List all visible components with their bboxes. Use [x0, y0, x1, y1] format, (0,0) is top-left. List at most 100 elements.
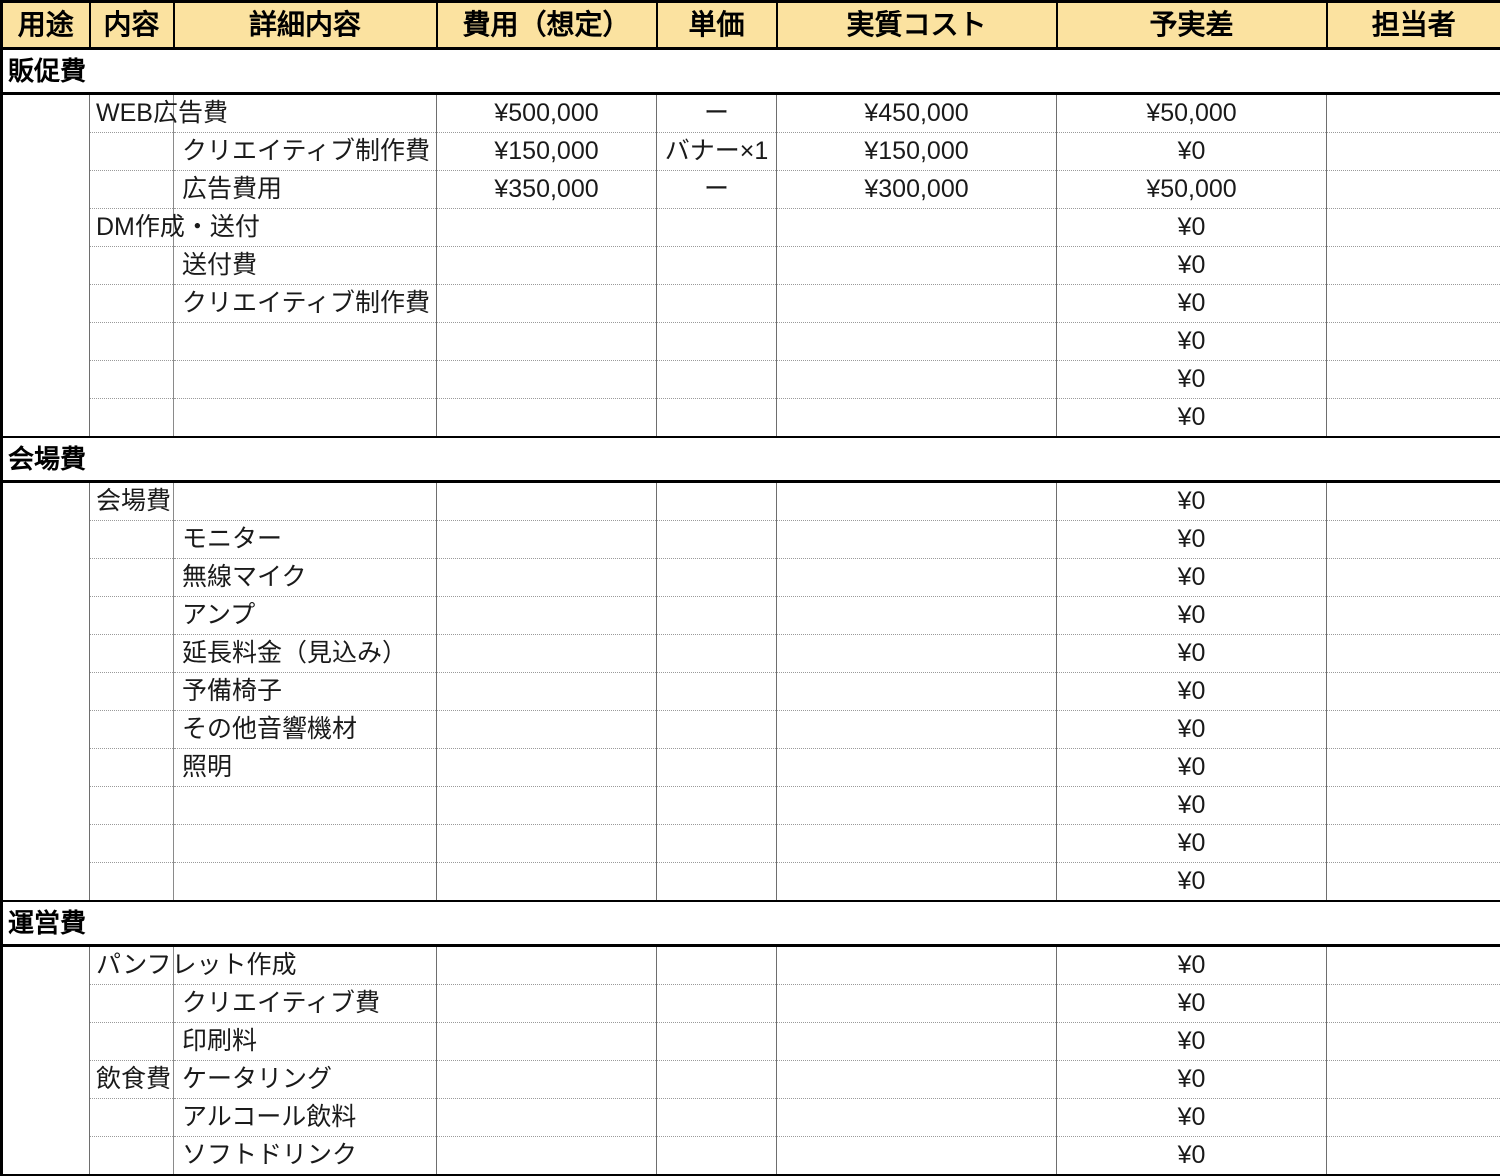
table-row[interactable]: アンプ¥0	[2, 597, 1500, 635]
cell-actual[interactable]: ¥450,000	[777, 94, 1057, 133]
cell-budget[interactable]	[437, 985, 657, 1023]
cell-category[interactable]	[90, 399, 174, 438]
cell-use[interactable]	[2, 133, 90, 171]
cell-category[interactable]	[90, 985, 174, 1023]
cell-actual[interactable]	[777, 825, 1057, 863]
table-row[interactable]: WEB広告費¥500,000ー¥450,000¥50,000	[2, 94, 1500, 133]
cell-use[interactable]	[2, 1061, 90, 1099]
cell-diff[interactable]: ¥0	[1057, 323, 1327, 361]
cell-diff[interactable]: ¥0	[1057, 482, 1327, 521]
cell-owner[interactable]	[1327, 863, 1500, 902]
table-row[interactable]: 無線マイク¥0	[2, 559, 1500, 597]
cell-detail[interactable]: ソフトドリンク	[174, 1137, 437, 1176]
cell-category[interactable]	[90, 521, 174, 559]
cell-category[interactable]	[90, 133, 174, 171]
cell-owner[interactable]	[1327, 673, 1500, 711]
cell-category[interactable]	[90, 1023, 174, 1061]
cell-owner[interactable]	[1327, 985, 1500, 1023]
cell-unit[interactable]	[657, 521, 777, 559]
cell-actual[interactable]	[777, 635, 1057, 673]
cell-category[interactable]	[90, 247, 174, 285]
cell-unit[interactable]	[657, 1137, 777, 1176]
cell-owner[interactable]	[1327, 482, 1500, 521]
cell-actual[interactable]	[777, 1061, 1057, 1099]
cell-diff[interactable]: ¥0	[1057, 1099, 1327, 1137]
cell-detail[interactable]: ケータリング	[174, 1061, 437, 1099]
cell-actual[interactable]	[777, 323, 1057, 361]
table-row[interactable]: ¥0	[2, 863, 1500, 902]
cell-detail[interactable]: 広告費用	[174, 171, 437, 209]
cell-use[interactable]	[2, 825, 90, 863]
table-row[interactable]: パンフレット作成 ¥0	[2, 946, 1500, 985]
cell-unit[interactable]	[657, 1023, 777, 1061]
cell-budget[interactable]	[437, 825, 657, 863]
cell-actual[interactable]	[777, 787, 1057, 825]
cell-diff[interactable]: ¥0	[1057, 133, 1327, 171]
table-row[interactable]: クリエイティブ制作費¥150,000バナー×1¥150,000¥0	[2, 133, 1500, 171]
table-row[interactable]: 会場費¥0	[2, 482, 1500, 521]
cell-detail[interactable]	[174, 399, 437, 438]
cell-budget[interactable]: ¥150,000	[437, 133, 657, 171]
cell-detail[interactable]: アンプ	[174, 597, 437, 635]
cell-unit[interactable]: ー	[657, 171, 777, 209]
cell-diff[interactable]: ¥0	[1057, 985, 1327, 1023]
cell-unit[interactable]	[657, 787, 777, 825]
cell-budget[interactable]	[437, 787, 657, 825]
cell-diff[interactable]: ¥0	[1057, 247, 1327, 285]
cell-actual[interactable]	[777, 863, 1057, 902]
column-header-unit[interactable]: 単価	[657, 2, 777, 49]
cell-use[interactable]	[2, 749, 90, 787]
cell-actual[interactable]	[777, 1137, 1057, 1176]
table-row[interactable]: 延長料金（見込み）¥0	[2, 635, 1500, 673]
cell-detail[interactable]: クリエイティブ制作費	[174, 133, 437, 171]
cell-unit[interactable]	[657, 285, 777, 323]
cell-detail[interactable]	[174, 323, 437, 361]
cell-category[interactable]: 飲食費	[90, 1061, 174, 1099]
cell-category[interactable]: パンフレット作成	[90, 946, 174, 985]
cell-actual[interactable]	[777, 985, 1057, 1023]
cell-category[interactable]	[90, 1099, 174, 1137]
column-header-detail[interactable]: 詳細内容	[174, 2, 437, 49]
cell-actual[interactable]	[777, 946, 1057, 985]
cell-diff[interactable]: ¥0	[1057, 1023, 1327, 1061]
cell-diff[interactable]: ¥0	[1057, 361, 1327, 399]
cell-use[interactable]	[2, 94, 90, 133]
cell-owner[interactable]	[1327, 94, 1500, 133]
cell-diff[interactable]: ¥0	[1057, 559, 1327, 597]
cell-detail[interactable]: 予備椅子	[174, 673, 437, 711]
cell-unit[interactable]	[657, 711, 777, 749]
cell-budget[interactable]	[437, 1137, 657, 1176]
cell-actual[interactable]: ¥150,000	[777, 133, 1057, 171]
cell-unit[interactable]	[657, 1099, 777, 1137]
cell-use[interactable]	[2, 247, 90, 285]
cell-diff[interactable]: ¥0	[1057, 673, 1327, 711]
cell-diff[interactable]: ¥0	[1057, 635, 1327, 673]
cell-diff[interactable]: ¥0	[1057, 209, 1327, 247]
cell-owner[interactable]	[1327, 1023, 1500, 1061]
cell-diff[interactable]: ¥0	[1057, 521, 1327, 559]
cell-detail[interactable]	[174, 825, 437, 863]
cell-actual[interactable]	[777, 559, 1057, 597]
table-row[interactable]: 広告費用¥350,000ー¥300,000¥50,000	[2, 171, 1500, 209]
table-row[interactable]: その他音響機材¥0	[2, 711, 1500, 749]
cell-category[interactable]	[90, 323, 174, 361]
cell-detail[interactable]: 照明	[174, 749, 437, 787]
table-row[interactable]: ソフトドリンク¥0	[2, 1137, 1500, 1176]
cell-diff[interactable]: ¥0	[1057, 946, 1327, 985]
cell-unit[interactable]	[657, 985, 777, 1023]
column-header-budget[interactable]: 費用（想定）	[437, 2, 657, 49]
cell-detail[interactable]: クリエイティブ費	[174, 985, 437, 1023]
cell-use[interactable]	[2, 673, 90, 711]
cell-use[interactable]	[2, 361, 90, 399]
cell-unit[interactable]	[657, 673, 777, 711]
cell-budget[interactable]	[437, 946, 657, 985]
cell-use[interactable]	[2, 521, 90, 559]
cell-owner[interactable]	[1327, 247, 1500, 285]
cell-category[interactable]	[90, 711, 174, 749]
cell-diff[interactable]: ¥0	[1057, 787, 1327, 825]
section-title[interactable]: 会場費	[2, 437, 1500, 482]
cell-owner[interactable]	[1327, 521, 1500, 559]
cell-detail[interactable]: モニター	[174, 521, 437, 559]
cell-actual[interactable]	[777, 1099, 1057, 1137]
cell-diff[interactable]: ¥0	[1057, 399, 1327, 438]
